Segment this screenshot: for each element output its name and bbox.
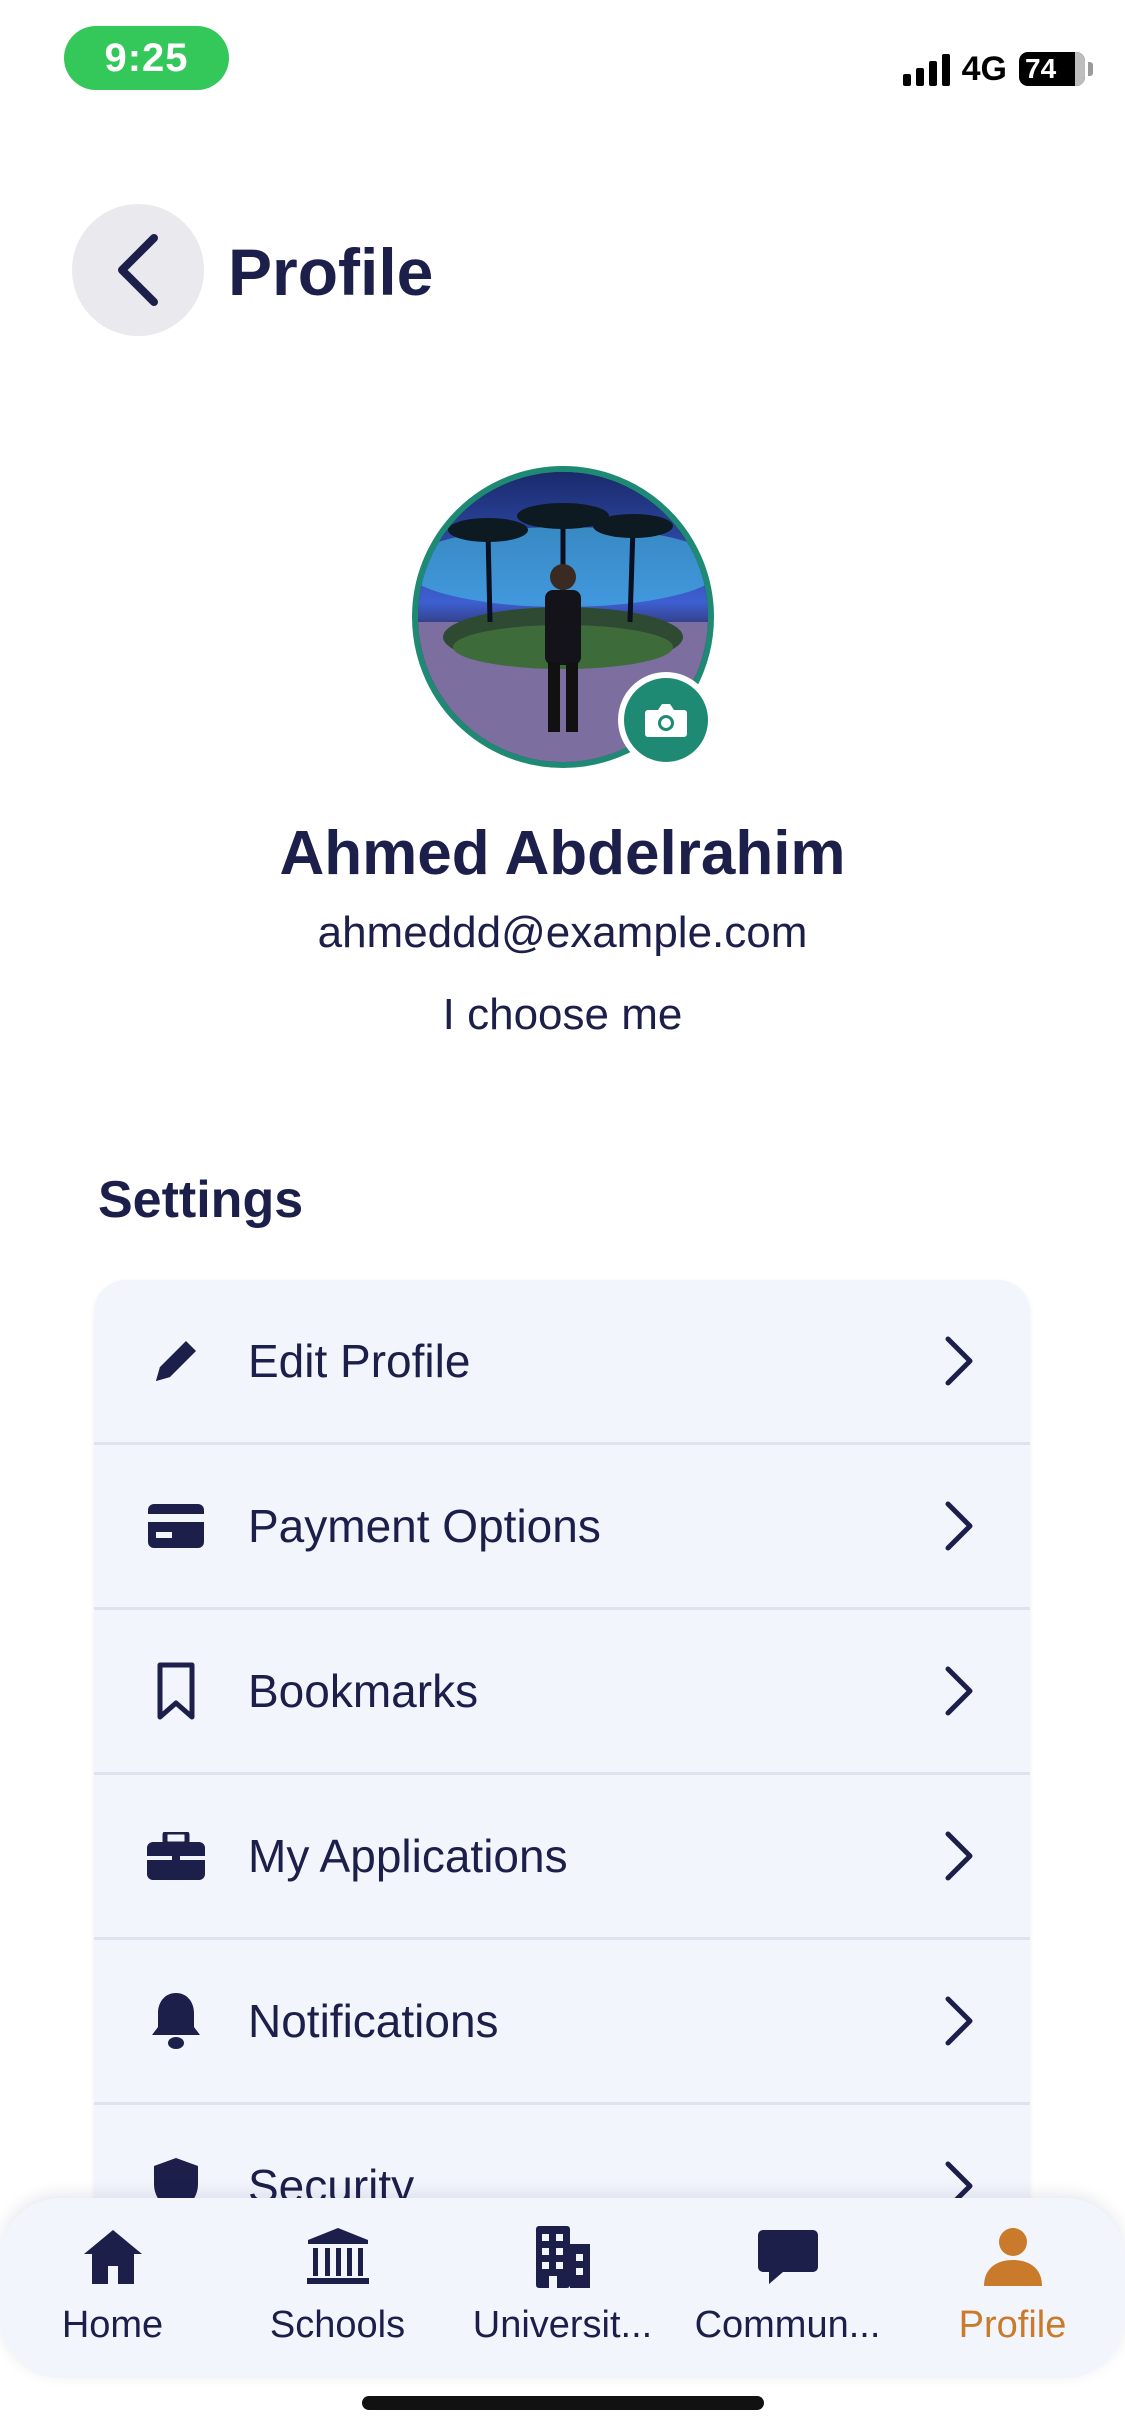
change-photo-button[interactable] [618, 672, 714, 768]
settings-item-my-applications[interactable]: My Applications [94, 1775, 1030, 1940]
back-button[interactable] [72, 204, 204, 336]
settings-item-edit-profile[interactable]: Edit Profile [94, 1280, 1030, 1445]
cellular-signal-icon [902, 52, 950, 86]
chat-icon [753, 2222, 823, 2292]
status-bar: 9:25 4G 74 [0, 0, 1125, 120]
avatar-container [412, 466, 714, 768]
settings-item-payment-options[interactable]: Payment Options [94, 1445, 1030, 1610]
school-icon [303, 2222, 373, 2292]
tab-label: Commun... [694, 2304, 881, 2346]
chevron-left-icon [118, 234, 158, 306]
settings-list: Edit Profile Payment Options Bookmarks M… [94, 1280, 1030, 2280]
bell-icon [146, 1991, 206, 2051]
tab-community[interactable]: Commun... [675, 2198, 900, 2378]
tab-label: Home [61, 2304, 164, 2346]
pencil-icon [146, 1331, 206, 1391]
network-type: 4G [961, 49, 1007, 88]
credit-card-icon [146, 1496, 206, 1556]
battery-level: 74 [1025, 53, 1057, 84]
status-time: 9:25 [64, 26, 229, 90]
chevron-right-icon [945, 1996, 973, 2046]
settings-item-label: My Applications [248, 1830, 568, 1882]
settings-heading: Settings [98, 1171, 304, 1229]
profile-screen: 9:25 4G 74 Profile Ahmed Abdelrahim ahme… [0, 0, 1125, 2436]
user-email: ahmeddd@example.com [317, 908, 808, 957]
chevron-right-icon [945, 1666, 973, 1716]
tab-schools[interactable]: Schools [225, 2198, 450, 2378]
home-icon [78, 2222, 148, 2292]
bottom-tab-bar: Home Schools Universit... Commun... Prof… [0, 2198, 1125, 2378]
chevron-right-icon [945, 1831, 973, 1881]
bookmark-icon [146, 1661, 206, 1721]
briefcase-icon [146, 1826, 206, 1886]
chevron-right-icon [945, 1336, 973, 1386]
settings-item-label: Edit Profile [248, 1335, 471, 1387]
person-icon [978, 2222, 1048, 2292]
status-indicators: 4G 74 [902, 44, 1093, 94]
user-bio: I choose me [442, 990, 683, 1039]
tab-profile[interactable]: Profile [900, 2198, 1125, 2378]
tab-home[interactable]: Home [0, 2198, 225, 2378]
tab-label: Schools [269, 2304, 406, 2346]
tab-universities[interactable]: Universit... [450, 2198, 675, 2378]
camera-icon [645, 704, 687, 737]
user-name: Ahmed Abdelrahim [279, 819, 846, 888]
tab-label: Universit... [472, 2304, 653, 2346]
page-title: Profile [228, 235, 434, 309]
chevron-right-icon [945, 1501, 973, 1551]
home-indicator[interactable] [362, 2396, 764, 2410]
battery-icon: 74 [1019, 52, 1093, 86]
settings-item-label: Bookmarks [248, 1665, 479, 1717]
settings-item-label: Payment Options [248, 1500, 601, 1552]
settings-item-notifications[interactable]: Notifications [94, 1940, 1030, 2105]
settings-item-label: Notifications [248, 1995, 499, 2047]
building-icon [528, 2222, 598, 2292]
settings-item-bookmarks[interactable]: Bookmarks [94, 1610, 1030, 1775]
tab-label: Profile [958, 2304, 1067, 2346]
